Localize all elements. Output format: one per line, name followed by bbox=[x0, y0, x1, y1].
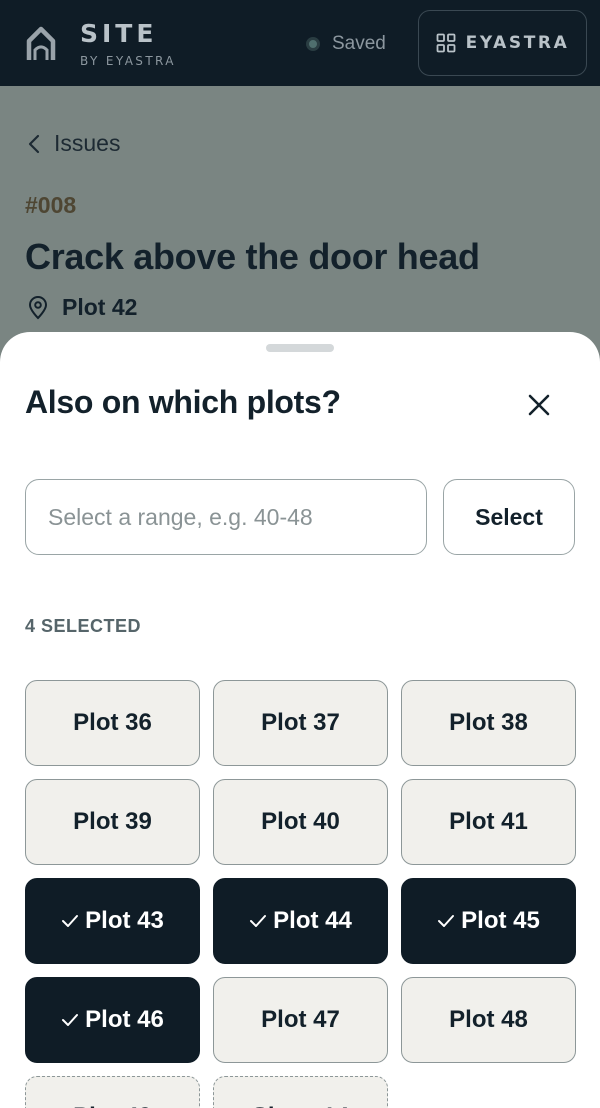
checkmark-icon bbox=[62, 1014, 79, 1026]
sheet-title: Also on which plots? bbox=[25, 384, 341, 420]
plot-chip-label: Plot 38 bbox=[449, 709, 528, 736]
plot-chip-label: Plot 44 bbox=[273, 907, 352, 934]
site-logo-icon bbox=[26, 26, 56, 60]
plot-chip-label: Plot 46 bbox=[85, 1006, 164, 1033]
app-switcher-button[interactable]: EYASTRA bbox=[418, 10, 587, 76]
issue-number: #008 bbox=[25, 192, 77, 218]
app-switcher-label: EYASTRA bbox=[465, 33, 570, 53]
grid-icon bbox=[436, 33, 456, 53]
issue-location: Plot 42 bbox=[28, 294, 137, 321]
plot-chip[interactable]: Plot 47 bbox=[213, 977, 388, 1063]
checkmark-icon bbox=[438, 915, 455, 927]
range-input[interactable] bbox=[25, 479, 427, 555]
plot-chip[interactable]: Plot 49 bbox=[25, 1076, 200, 1108]
select-range-button[interactable]: Select bbox=[443, 479, 575, 555]
plot-chip[interactable]: Plot 36 bbox=[25, 680, 200, 766]
checkmark-icon bbox=[62, 915, 79, 927]
close-button[interactable] bbox=[522, 388, 556, 422]
plot-chip-label: Plot 37 bbox=[261, 709, 340, 736]
plot-chip[interactable]: Plot 43 bbox=[25, 878, 200, 964]
issue-plot-label: Plot 42 bbox=[62, 294, 138, 320]
save-status: Saved bbox=[306, 33, 386, 55]
back-to-issues-link[interactable]: Issues bbox=[28, 130, 120, 157]
plot-chip[interactable]: Plot 37 bbox=[213, 680, 388, 766]
plot-chip[interactable]: Plot 41 bbox=[401, 779, 576, 865]
location-pin-icon bbox=[28, 295, 48, 319]
checkmark-icon bbox=[250, 915, 267, 927]
sheet-drag-handle[interactable] bbox=[266, 344, 334, 352]
save-status-label: Saved bbox=[332, 33, 386, 54]
plot-chip[interactable]: Plot 39 bbox=[25, 779, 200, 865]
plot-chip-label: Plot 41 bbox=[449, 808, 528, 835]
plot-chip-label: Plot 40 bbox=[261, 808, 340, 835]
brand-subtitle: BY EYASTRA bbox=[80, 54, 176, 68]
brand-name: SITE bbox=[80, 19, 158, 48]
plot-chip[interactable]: Plot 38 bbox=[401, 680, 576, 766]
plot-chip[interactable]: Plot 48 bbox=[401, 977, 576, 1063]
plot-picker-sheet: Also on which plots? Select 4 SELECTED P… bbox=[0, 332, 600, 1108]
status-dot-icon bbox=[306, 37, 320, 51]
plot-grid: Plot 36 Plot 37 Plot 38 Plot 39 Plot 40 Plot … bbox=[25, 680, 576, 1108]
plot-chip-label: Plot 48 bbox=[449, 1006, 528, 1033]
plot-chip-label: Plot 49 bbox=[73, 1103, 152, 1108]
plot-chip[interactable]: Plot 45 bbox=[401, 878, 576, 964]
chevron-left-icon bbox=[28, 134, 40, 153]
show-more-button[interactable]: Show 14 bbox=[213, 1076, 388, 1108]
plot-chip-label: Plot 47 bbox=[261, 1006, 340, 1033]
show-more-label: Show 14 bbox=[252, 1103, 349, 1108]
plot-chip[interactable]: Plot 40 bbox=[213, 779, 388, 865]
top-bar: SITE BY EYASTRA Saved EYASTRA bbox=[0, 0, 600, 86]
close-icon bbox=[528, 394, 550, 416]
plot-chip-label: Plot 43 bbox=[85, 907, 164, 934]
issue-title: Crack above the door head bbox=[25, 236, 480, 277]
plot-chip[interactable]: Plot 46 bbox=[25, 977, 200, 1063]
selected-count: 4 SELECTED bbox=[25, 616, 142, 636]
plot-chip-label: Plot 36 bbox=[73, 709, 152, 736]
plot-chip-label: Plot 45 bbox=[461, 907, 540, 934]
back-label: Issues bbox=[54, 130, 121, 156]
plot-chip-label: Plot 39 bbox=[73, 808, 152, 835]
plot-chip[interactable]: Plot 44 bbox=[213, 878, 388, 964]
